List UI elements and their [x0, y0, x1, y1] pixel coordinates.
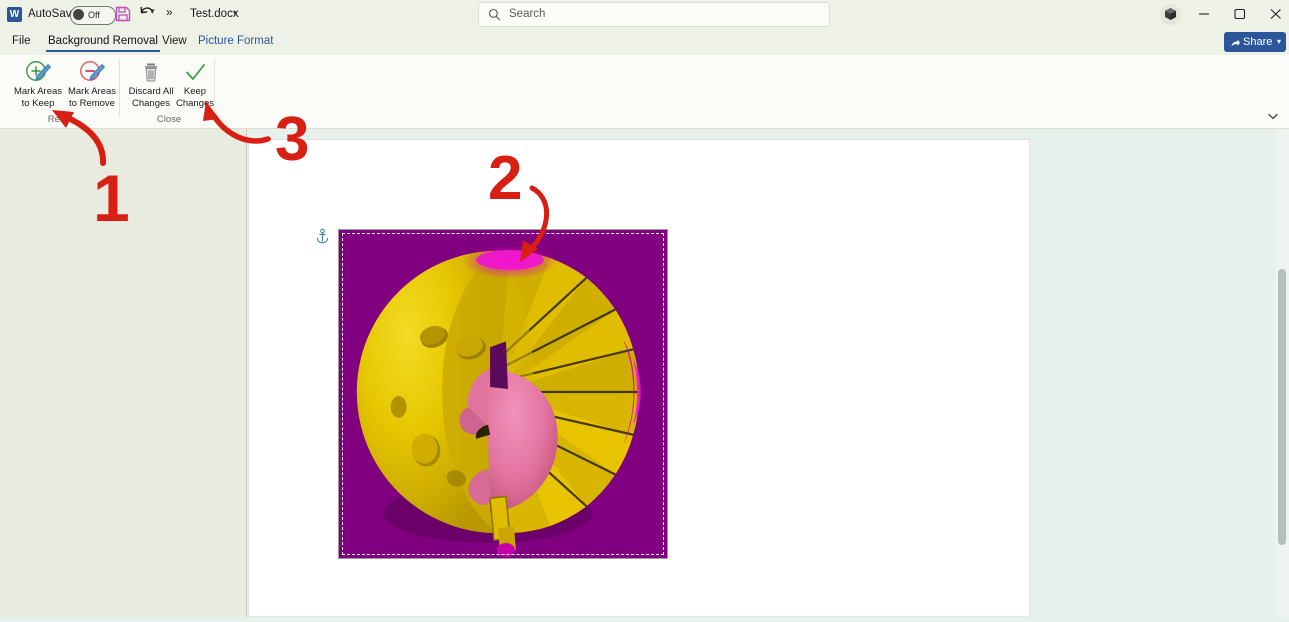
chevron-down-icon[interactable]: ▾ [1277, 32, 1281, 52]
ribbon: Mark Areas to Keep Mark Areas to Remove [0, 55, 1289, 129]
label-line-1: Mark Areas [13, 86, 63, 97]
close-icon[interactable] [1259, 0, 1289, 28]
mark-areas-to-remove-button[interactable]: Mark Areas to Remove [64, 57, 120, 111]
ribbon-group-label-refine: Refine [47, 114, 76, 125]
search-placeholder: Search [509, 8, 546, 20]
mark-areas-to-keep-button[interactable]: Mark Areas to Keep [10, 57, 66, 111]
vertical-scrollbar-thumb[interactable] [1278, 269, 1286, 545]
undo-icon[interactable] [138, 4, 160, 24]
share-button[interactable]: Share ▾ [1224, 32, 1286, 52]
save-disk-icon[interactable] [114, 5, 132, 23]
label-line-2: Changes [131, 97, 171, 109]
search-icon [488, 8, 501, 21]
chevron-down-icon[interactable]: ▾ [150, 6, 155, 17]
mark-areas-to-keep-label: Mark Areas to Keep [10, 86, 66, 109]
mark-keep-icon [23, 60, 53, 86]
mark-remove-icon [77, 60, 107, 86]
autosave-toggle[interactable]: Off [70, 6, 116, 25]
search-input[interactable]: Search [478, 2, 830, 27]
share-label: Share [1243, 36, 1273, 48]
ribbon-group-close: Discard All Changes Keep Changes Close [123, 55, 215, 129]
label-line-1: Keep [183, 86, 207, 97]
minimize-icon[interactable] [1187, 0, 1221, 28]
share-icon [1230, 36, 1241, 47]
maximize-icon[interactable] [1223, 0, 1257, 28]
trash-icon [136, 60, 166, 86]
tab-picture-format[interactable]: Picture Format [190, 28, 281, 55]
label-line-2: to Remove [69, 97, 115, 109]
ribbon-group-label-close: Close [156, 114, 182, 125]
label-line-2: Changes [175, 97, 215, 109]
tab-file[interactable]: File [4, 28, 39, 55]
label-line-2: to Keep [21, 97, 55, 109]
picture-canvas [339, 230, 667, 558]
title-bar: W AutoSave Off ▾ » Test.docx ▾ Search [0, 0, 1289, 28]
anchor-icon [315, 228, 330, 244]
left-workspace-pane [0, 129, 247, 617]
overflow-chevrons-icon[interactable]: » [166, 5, 173, 19]
tab-view[interactable]: View [154, 28, 195, 55]
tab-background-removal[interactable]: Background Removal [40, 28, 166, 55]
mark-areas-to-remove-label: Mark Areas to Remove [64, 86, 120, 109]
autosave-state-label: Off [88, 10, 100, 20]
ribbon-tab-strip: File Background Removal View Picture For… [0, 28, 1289, 55]
keep-changes-button[interactable]: Keep Changes [167, 57, 223, 111]
word-logo-icon: W [7, 7, 22, 22]
document-name[interactable]: Test.docx [190, 7, 239, 22]
autosave-toggle-knob [73, 9, 84, 20]
3d-model-picture[interactable] [338, 229, 668, 559]
keep-changes-label: Keep Changes [167, 86, 223, 109]
cube-icon[interactable] [1160, 4, 1181, 25]
chevron-down-icon[interactable] [1265, 109, 1281, 123]
vertical-scrollbar[interactable] [1275, 129, 1289, 617]
chevron-down-icon[interactable]: ▾ [233, 8, 238, 19]
label-line-1: Mark Areas [67, 86, 117, 97]
ribbon-group-refine: Mark Areas to Keep Mark Areas to Remove [4, 55, 119, 129]
checkmark-icon [180, 60, 210, 86]
